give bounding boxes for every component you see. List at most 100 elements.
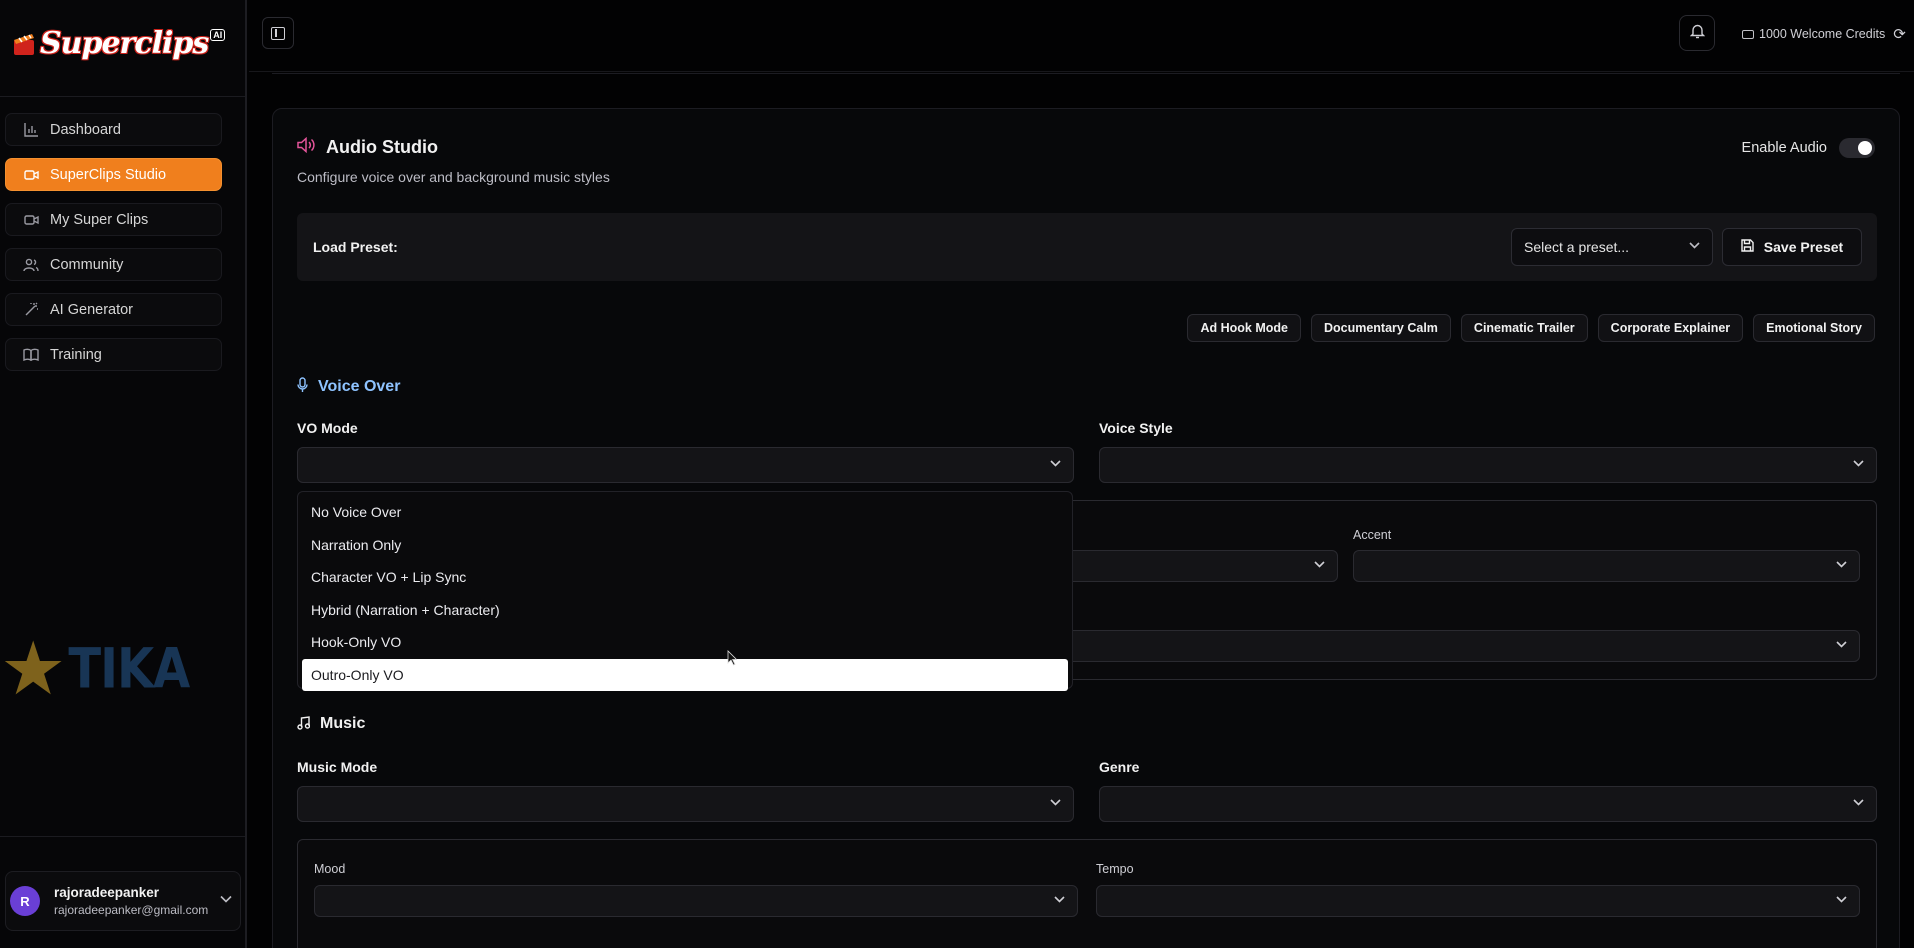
user-info: rajoradeepanker rajoradeepanker@gmail.co… — [54, 885, 208, 917]
chevron-down-icon — [220, 892, 232, 906]
sidebar-item-dashboard[interactable]: Dashboard — [5, 113, 222, 146]
music-note-icon — [297, 715, 311, 733]
mood-label: Mood — [314, 862, 346, 876]
enable-audio-control: Enable Audio — [1742, 138, 1875, 158]
watermark-text: TIKA — [68, 636, 190, 702]
vo-mode-select[interactable] — [297, 447, 1074, 483]
logo-text: Superclips — [40, 26, 209, 61]
save-icon — [1741, 239, 1754, 255]
voice-style-label: Voice Style — [1099, 420, 1173, 436]
preset-bar: Load Preset: Select a preset... Save Pre… — [297, 213, 1877, 281]
sidebar-toggle-button[interactable] — [262, 17, 294, 49]
sidebar-item-label: Training — [50, 346, 102, 363]
previous-section-edge — [272, 72, 1900, 74]
user-card-area: R rajoradeepanker rajoradeepanker@gmail.… — [0, 836, 245, 948]
sidebar-item-label: AI Generator — [50, 301, 134, 318]
music-title: Music — [297, 715, 365, 733]
sidebar-item-superclips-studio[interactable]: SuperClips Studio — [5, 158, 222, 191]
sidebar: Superclips AI Dashboard SuperClips Studi… — [0, 0, 247, 948]
chevron-down-icon — [1853, 797, 1864, 809]
user-menu[interactable]: R rajoradeepanker rajoradeepanker@gmail.… — [5, 871, 241, 931]
save-preset-button[interactable]: Save Preset — [1722, 228, 1862, 266]
sidebar-nav: Dashboard SuperClips Studio My Super Cli… — [5, 113, 222, 383]
chevron-down-icon — [1054, 894, 1065, 906]
bar-chart-icon — [22, 121, 40, 139]
enable-audio-toggle[interactable] — [1839, 138, 1875, 158]
vo-mode-label: VO Mode — [297, 420, 358, 436]
sidebar-item-label: Dashboard — [50, 121, 121, 138]
chevron-down-icon — [1314, 559, 1325, 571]
accent-select[interactable] — [1353, 550, 1860, 582]
tempo-select[interactable] — [1096, 885, 1860, 917]
star-icon: ★ — [0, 627, 67, 710]
panel-title-text: Audio Studio — [326, 137, 438, 157]
chevron-down-icon — [1689, 240, 1700, 252]
vo-option-narration-only[interactable]: Narration Only — [302, 529, 1068, 562]
tempo-label: Tempo — [1096, 862, 1134, 876]
speaker-icon — [297, 136, 316, 158]
voice-style-select[interactable] — [1099, 447, 1877, 483]
bell-icon — [1689, 23, 1705, 43]
chevron-down-icon — [1050, 458, 1061, 470]
chip-emotional-story[interactable]: Emotional Story — [1753, 314, 1875, 342]
audio-studio-subtitle: Configure voice over and background musi… — [297, 169, 610, 185]
chevron-down-icon — [1836, 559, 1847, 571]
voice-over-title-text: Voice Over — [318, 377, 401, 395]
preset-select[interactable]: Select a preset... — [1511, 228, 1713, 266]
credit-card-icon — [1742, 29, 1754, 39]
watermark: ★ TIKA — [0, 627, 190, 710]
vo-option-character-vo-lip-sync[interactable]: Character VO + Lip Sync — [302, 561, 1068, 594]
notifications-button[interactable] — [1679, 15, 1715, 51]
users-icon — [22, 256, 40, 274]
book-icon — [22, 346, 40, 364]
clapperboard-icon — [12, 31, 38, 57]
chip-corporate-explainer[interactable]: Corporate Explainer — [1597, 314, 1744, 342]
credits-display: 1000 Welcome Credits ⟳ — [1742, 25, 1906, 43]
save-preset-label: Save Preset — [1763, 239, 1844, 255]
chip-cinematic-trailer[interactable]: Cinematic Trailer — [1460, 314, 1588, 342]
genre-select[interactable] — [1099, 786, 1877, 822]
preset-chips: Ad Hook Mode Documentary Calm Cinematic … — [1177, 314, 1875, 342]
chip-documentary-calm[interactable]: Documentary Calm — [1310, 314, 1451, 342]
music-mode-select[interactable] — [297, 786, 1074, 822]
app-root: Superclips AI Dashboard SuperClips Studi… — [0, 0, 1914, 948]
preset-select-value: Select a preset... — [1524, 239, 1630, 255]
sidebar-item-label: My Super Clips — [50, 211, 149, 228]
logo-area: Superclips AI — [0, 0, 245, 97]
microphone-icon — [297, 377, 308, 396]
sidebar-item-label: SuperClips Studio — [50, 166, 167, 183]
vo-option-no-voice-over[interactable]: No Voice Over — [302, 496, 1068, 529]
vo-option-hook-only[interactable]: Hook-Only VO — [302, 626, 1068, 659]
sidebar-item-ai-generator[interactable]: AI Generator — [5, 293, 222, 326]
chevron-down-icon — [1836, 639, 1847, 651]
user-name: rajoradeepanker — [54, 885, 160, 900]
vo-mode-dropdown: No Voice Over Narration Only Character V… — [297, 491, 1073, 691]
vo-option-hybrid[interactable]: Hybrid (Narration + Character) — [302, 594, 1068, 627]
mood-select[interactable] — [314, 885, 1078, 917]
refresh-icon[interactable]: ⟳ — [1893, 25, 1906, 43]
sidebar-item-community[interactable]: Community — [5, 248, 222, 281]
enable-audio-label: Enable Audio — [1741, 140, 1827, 156]
music-title-text: Music — [320, 715, 366, 732]
chip-ad-hook-mode[interactable]: Ad Hook Mode — [1187, 314, 1301, 342]
audio-studio-panel: Audio Studio Configure voice over and ba… — [272, 108, 1900, 948]
music-mode-label: Music Mode — [297, 759, 378, 775]
avatar: R — [10, 886, 40, 916]
credits-label: 1000 Welcome Credits — [1759, 27, 1886, 41]
sidebar-item-label: Community — [50, 256, 124, 273]
logo-ai-badge: AI — [210, 28, 226, 41]
magic-wand-icon — [22, 301, 40, 319]
sidebar-item-my-super-clips[interactable]: My Super Clips — [5, 203, 222, 236]
genre-label: Genre — [1099, 759, 1140, 775]
app-logo[interactable]: Superclips AI — [12, 26, 226, 61]
load-preset-label: Load Preset: — [313, 239, 398, 255]
accent-label: Accent — [1353, 528, 1392, 542]
sidebar-toggle-icon — [271, 26, 285, 40]
chevron-down-icon — [1853, 458, 1864, 470]
top-bar: 1000 Welcome Credits ⟳ — [249, 0, 1914, 72]
sidebar-item-training[interactable]: Training — [5, 338, 222, 371]
audio-studio-title: Audio Studio — [297, 136, 438, 158]
chevron-down-icon — [1836, 894, 1847, 906]
video-camera-icon — [22, 211, 40, 229]
vo-option-outro-only[interactable]: Outro-Only VO — [302, 658, 1068, 691]
